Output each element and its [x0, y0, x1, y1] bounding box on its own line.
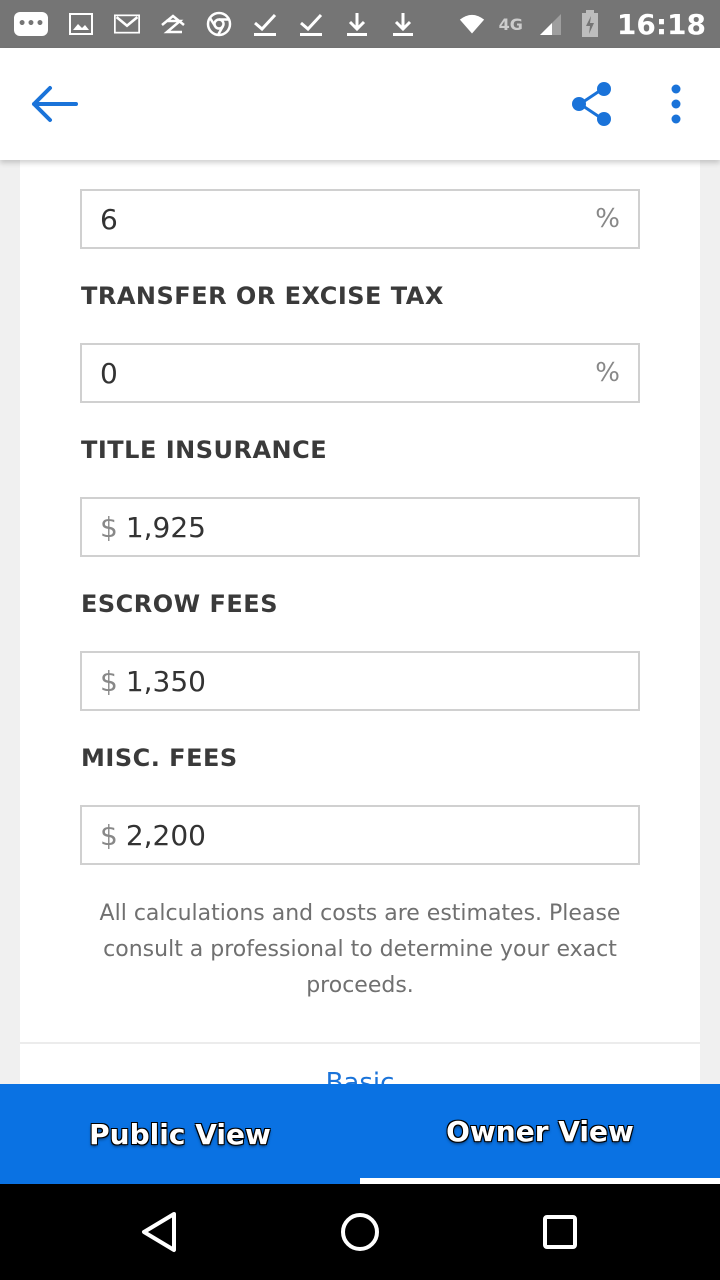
tab-owner-view[interactable]: Owner View	[360, 1084, 720, 1184]
system-nav-bar	[0, 1184, 720, 1280]
status-bar: ••• 4G 16:18	[0, 0, 720, 48]
signal-icon	[537, 11, 563, 37]
home-circle-icon	[341, 1213, 379, 1251]
zillow-icon	[160, 11, 186, 37]
misc-fees-value: 2,200	[125, 818, 206, 852]
transfer-tax-input[interactable]: 0 %	[80, 343, 640, 403]
dollar-prefix: $	[100, 664, 118, 698]
title-insurance-value: 1,925	[125, 510, 206, 544]
share-button[interactable]	[568, 80, 616, 128]
share-icon	[572, 82, 611, 126]
dollar-prefix: $	[100, 818, 118, 852]
misc-fees-label: MISC. FEES	[81, 744, 238, 772]
app-bar	[0, 48, 720, 160]
check-icon	[252, 11, 278, 37]
nav-back-button[interactable]	[136, 1208, 184, 1256]
commission-input[interactable]: 6 %	[80, 189, 640, 249]
download-icon	[344, 11, 370, 37]
image-icon	[68, 11, 94, 37]
title-insurance-label: TITLE INSURANCE	[81, 436, 328, 464]
nav-home-button[interactable]	[336, 1208, 384, 1256]
battery-charging-icon	[577, 10, 603, 37]
recents-square-icon	[543, 1215, 577, 1249]
download-icon	[390, 11, 416, 37]
escrow-fees-input[interactable]: $ 1,350	[80, 651, 640, 711]
nav-recents-button[interactable]	[536, 1208, 584, 1256]
chat-bubble-icon: •••	[14, 12, 48, 36]
check-icon	[298, 11, 324, 37]
back-button[interactable]	[28, 80, 80, 128]
divider	[20, 1042, 700, 1044]
more-vert-icon	[671, 84, 681, 124]
back-triangle-icon	[142, 1212, 176, 1252]
view-tab-bar: Public View Owner View	[0, 1084, 720, 1184]
disclaimer-text: All calculations and costs are estimates…	[99, 901, 621, 998]
commission-value: 6	[100, 202, 118, 236]
more-options-button[interactable]	[656, 80, 696, 128]
dollar-prefix: $	[100, 510, 118, 544]
escrow-fees-value: 1,350	[125, 664, 206, 698]
escrow-fees-label: ESCROW FEES	[81, 590, 278, 618]
gmail-icon	[114, 11, 140, 37]
closing-costs-card: 6 % TRANSFER OR EXCISE TAX 0 % TITLE INS…	[20, 160, 700, 1084]
title-insurance-input[interactable]: $ 1,925	[80, 497, 640, 557]
percent-suffix: %	[595, 358, 620, 388]
wifi-icon	[459, 11, 485, 37]
clock: 16:18	[616, 7, 706, 41]
misc-fees-input[interactable]: $ 2,200	[80, 805, 640, 865]
tab-public-view[interactable]: Public View	[0, 1084, 360, 1184]
network-type: 4G	[498, 14, 523, 34]
transfer-tax-label: TRANSFER OR EXCISE TAX	[81, 282, 444, 310]
arrow-back-icon	[32, 86, 78, 122]
basic-link[interactable]: Basic	[20, 1068, 700, 1084]
chrome-icon	[206, 11, 232, 37]
transfer-tax-value: 0	[100, 356, 118, 390]
percent-suffix: %	[595, 204, 620, 234]
